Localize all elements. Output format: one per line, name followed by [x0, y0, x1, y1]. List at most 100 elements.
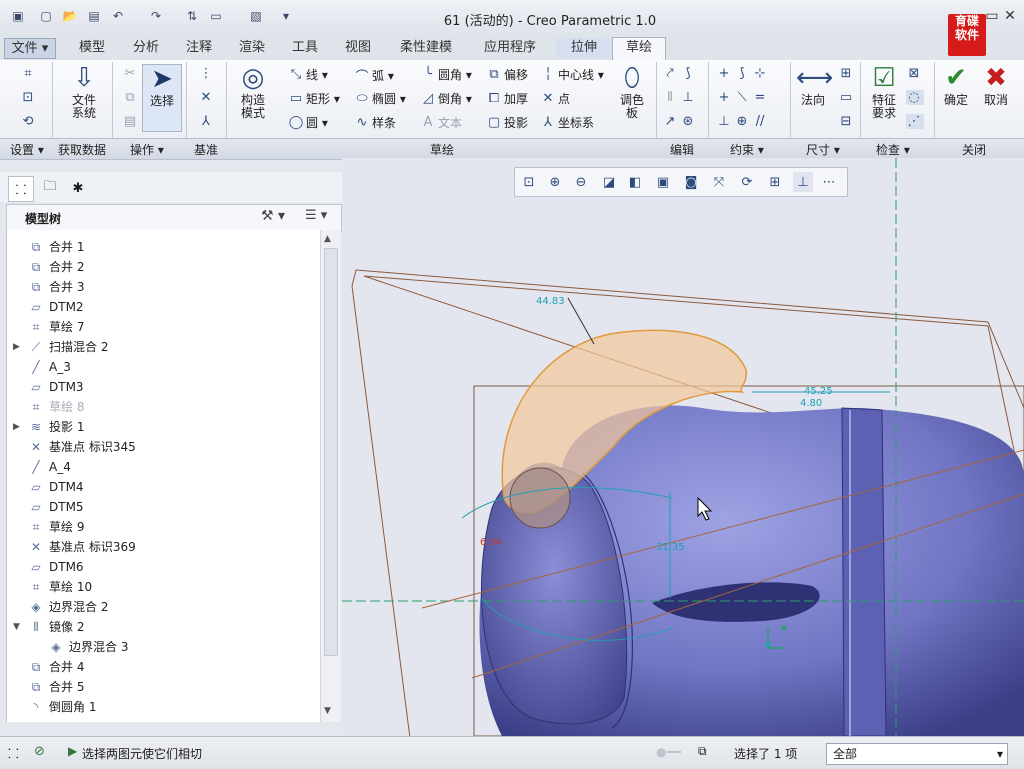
- point-button[interactable]: ✕点: [540, 90, 570, 107]
- redo-icon[interactable]: ↷: [148, 8, 164, 24]
- tree-item[interactable]: ⫴镜像 2: [27, 617, 84, 637]
- tree-item[interactable]: ⌗草绘 7: [27, 317, 84, 337]
- group-dimension[interactable]: 尺寸 ▾: [806, 141, 840, 158]
- offset-button[interactable]: ⧉偏移: [486, 66, 528, 83]
- selection-icon[interactable]: ⧉: [698, 744, 707, 759]
- tree-item[interactable]: ⌗草绘 9: [27, 517, 84, 537]
- regenerate-icon[interactable]: ⇅: [184, 8, 200, 24]
- graphics-window[interactable]: 44.83 45.25 31.35 6.94 4.80: [342, 158, 1024, 736]
- ok-button[interactable]: ✔ 确定: [940, 64, 972, 107]
- cut-icon[interactable]: ✂: [122, 66, 140, 81]
- dimension-4-80[interactable]: 4.80: [800, 398, 822, 409]
- ellipse-button[interactable]: ⬭椭圆 ▾: [354, 90, 406, 107]
- mirror-icon[interactable]: ⫴⊥: [662, 90, 698, 105]
- selection-filter-dropdown[interactable]: 全部 ▾: [826, 743, 1008, 765]
- tree-item[interactable]: ⧉合并 5: [27, 677, 84, 697]
- datum-coordsys-icon[interactable]: ⅄: [198, 114, 216, 129]
- tree-item[interactable]: ⌗草绘 8: [27, 397, 84, 417]
- group-editing[interactable]: 编辑: [670, 141, 694, 158]
- tree-item[interactable]: ◈边界混合 3: [47, 637, 128, 657]
- tab-file[interactable]: 文件 ▾: [4, 38, 56, 59]
- zoom-in-icon[interactable]: ⊕: [545, 172, 565, 192]
- expand-toggle-icon[interactable]: ▶: [13, 342, 20, 352]
- group-sketching[interactable]: 草绘: [430, 141, 454, 158]
- group-get-data[interactable]: 获取数据: [58, 141, 106, 158]
- dimension-31-35[interactable]: 31.35: [656, 542, 685, 553]
- rectangle-button[interactable]: ▭矩形 ▾: [288, 90, 340, 107]
- project-button[interactable]: ▢投影: [486, 114, 528, 131]
- tree-item[interactable]: ▱DTM4: [27, 477, 84, 497]
- tab-view[interactable]: 视图: [332, 38, 384, 58]
- datum-point-icon[interactable]: ✕: [198, 90, 216, 105]
- tree-item[interactable]: ⧉合并 3: [27, 277, 84, 297]
- new-icon[interactable]: ▢: [38, 8, 54, 24]
- palette-button[interactable]: ⬯ 调色 板: [612, 64, 652, 120]
- saved-orientations-icon[interactable]: ▣: [653, 172, 673, 192]
- tab-annotate[interactable]: 注释: [172, 38, 226, 58]
- zoom-out-icon[interactable]: ⊖: [571, 172, 591, 192]
- spin-center-icon[interactable]: ⟳: [737, 172, 757, 192]
- favorites-tab-icon[interactable]: ✱: [66, 176, 90, 200]
- sketch-view-toggle-icon[interactable]: ⊥: [793, 172, 813, 192]
- spline-button[interactable]: ∿样条: [354, 114, 396, 131]
- show-icon[interactable]: ☰ ▾: [305, 208, 327, 223]
- arc-button[interactable]: ⌒弧 ▾: [354, 66, 394, 85]
- display-style-icon[interactable]: ◧: [625, 172, 645, 192]
- save-icon[interactable]: ▤: [86, 8, 102, 24]
- group-operations[interactable]: 操作 ▾: [130, 141, 164, 158]
- tab-render[interactable]: 渲染: [226, 38, 278, 58]
- normal-dimension-button[interactable]: ⟷ 法向: [796, 64, 830, 107]
- cancel-button[interactable]: ✖ 取消: [980, 64, 1012, 107]
- settings-icon[interactable]: ⚒ ▾: [261, 208, 285, 224]
- windows-icon[interactable]: ▭: [208, 8, 224, 24]
- group-inspect[interactable]: 检查 ▾: [876, 141, 910, 158]
- annotation-display-icon[interactable]: ⊞: [765, 172, 785, 192]
- select-button[interactable]: ➤ 选择: [142, 64, 182, 132]
- tab-analysis[interactable]: 分析: [120, 38, 172, 58]
- expand-toggle-icon[interactable]: ▶: [13, 422, 20, 432]
- references-icon[interactable]: ⊡: [20, 90, 38, 105]
- group-settings[interactable]: 设置 ▾: [10, 141, 44, 158]
- scroll-thumb[interactable]: [324, 248, 338, 656]
- tree-item[interactable]: ⧉合并 4: [27, 657, 84, 677]
- tab-model[interactable]: 模型: [64, 38, 120, 58]
- tree-item[interactable]: ✕基准点 标识345: [27, 437, 136, 457]
- customize-toolbar-icon[interactable]: ▾: [278, 8, 294, 24]
- tree-scrollbar[interactable]: ▲ ▼: [320, 230, 341, 722]
- tab-tools[interactable]: 工具: [278, 38, 332, 58]
- centerline-button[interactable]: ╎中心线 ▾: [540, 66, 604, 83]
- tree-item[interactable]: ▱DTM6: [27, 557, 84, 577]
- tree-item[interactable]: ╱A_4: [27, 457, 71, 477]
- chamfer-button[interactable]: ◿倒角 ▾: [420, 90, 472, 107]
- modify-icon[interactable]: ⤤⟆: [662, 66, 698, 81]
- tab-applications[interactable]: 应用程序: [468, 38, 552, 58]
- tree-item[interactable]: ⧉合并 2: [27, 257, 84, 277]
- divide-icon[interactable]: ↗⊛: [662, 114, 698, 129]
- tree-item[interactable]: ▱DTM3: [27, 377, 84, 397]
- tree-item[interactable]: ⧉合并 1: [27, 237, 84, 257]
- datum-centerline-icon[interactable]: ⋮: [198, 66, 216, 81]
- thicken-button[interactable]: ⧠加厚: [486, 90, 528, 107]
- copy-icon[interactable]: ⧉: [122, 90, 140, 105]
- model-tree-tab-icon[interactable]: ⸬: [8, 176, 34, 202]
- circle-button[interactable]: ◯圆 ▾: [288, 114, 328, 131]
- dimension-6-94[interactable]: 6.94: [480, 537, 502, 548]
- construction-mode-button[interactable]: ◎ 构造 模式: [232, 64, 274, 120]
- group-constrain[interactable]: 约束 ▾: [730, 141, 764, 158]
- highlight-open-icon[interactable]: ⋰: [906, 114, 924, 129]
- group-close[interactable]: 关闭: [962, 141, 986, 158]
- sketch-setup-icon[interactable]: ⌗: [20, 66, 38, 81]
- line-button[interactable]: ⤡线 ▾: [288, 66, 328, 83]
- status-toggle-icon[interactable]: ⸬: [8, 744, 19, 762]
- paste-icon[interactable]: ▤: [122, 114, 140, 129]
- group-datum[interactable]: 基准: [194, 141, 218, 158]
- tree-item[interactable]: ⟋扫描混合 2: [27, 337, 108, 357]
- text-button[interactable]: A文本: [420, 114, 462, 131]
- undo-icon[interactable]: ↶: [110, 8, 126, 24]
- tree-item[interactable]: ▱DTM2: [27, 297, 84, 317]
- constraint-row-1[interactable]: +⟆⊹: [716, 66, 770, 81]
- tree-item[interactable]: ◝倒圆角 1: [27, 697, 96, 717]
- shade-closed-icon[interactable]: ◌: [906, 90, 924, 105]
- model-status-icon[interactable]: ⊘: [34, 744, 45, 759]
- tab-sketch[interactable]: 草绘: [612, 37, 666, 61]
